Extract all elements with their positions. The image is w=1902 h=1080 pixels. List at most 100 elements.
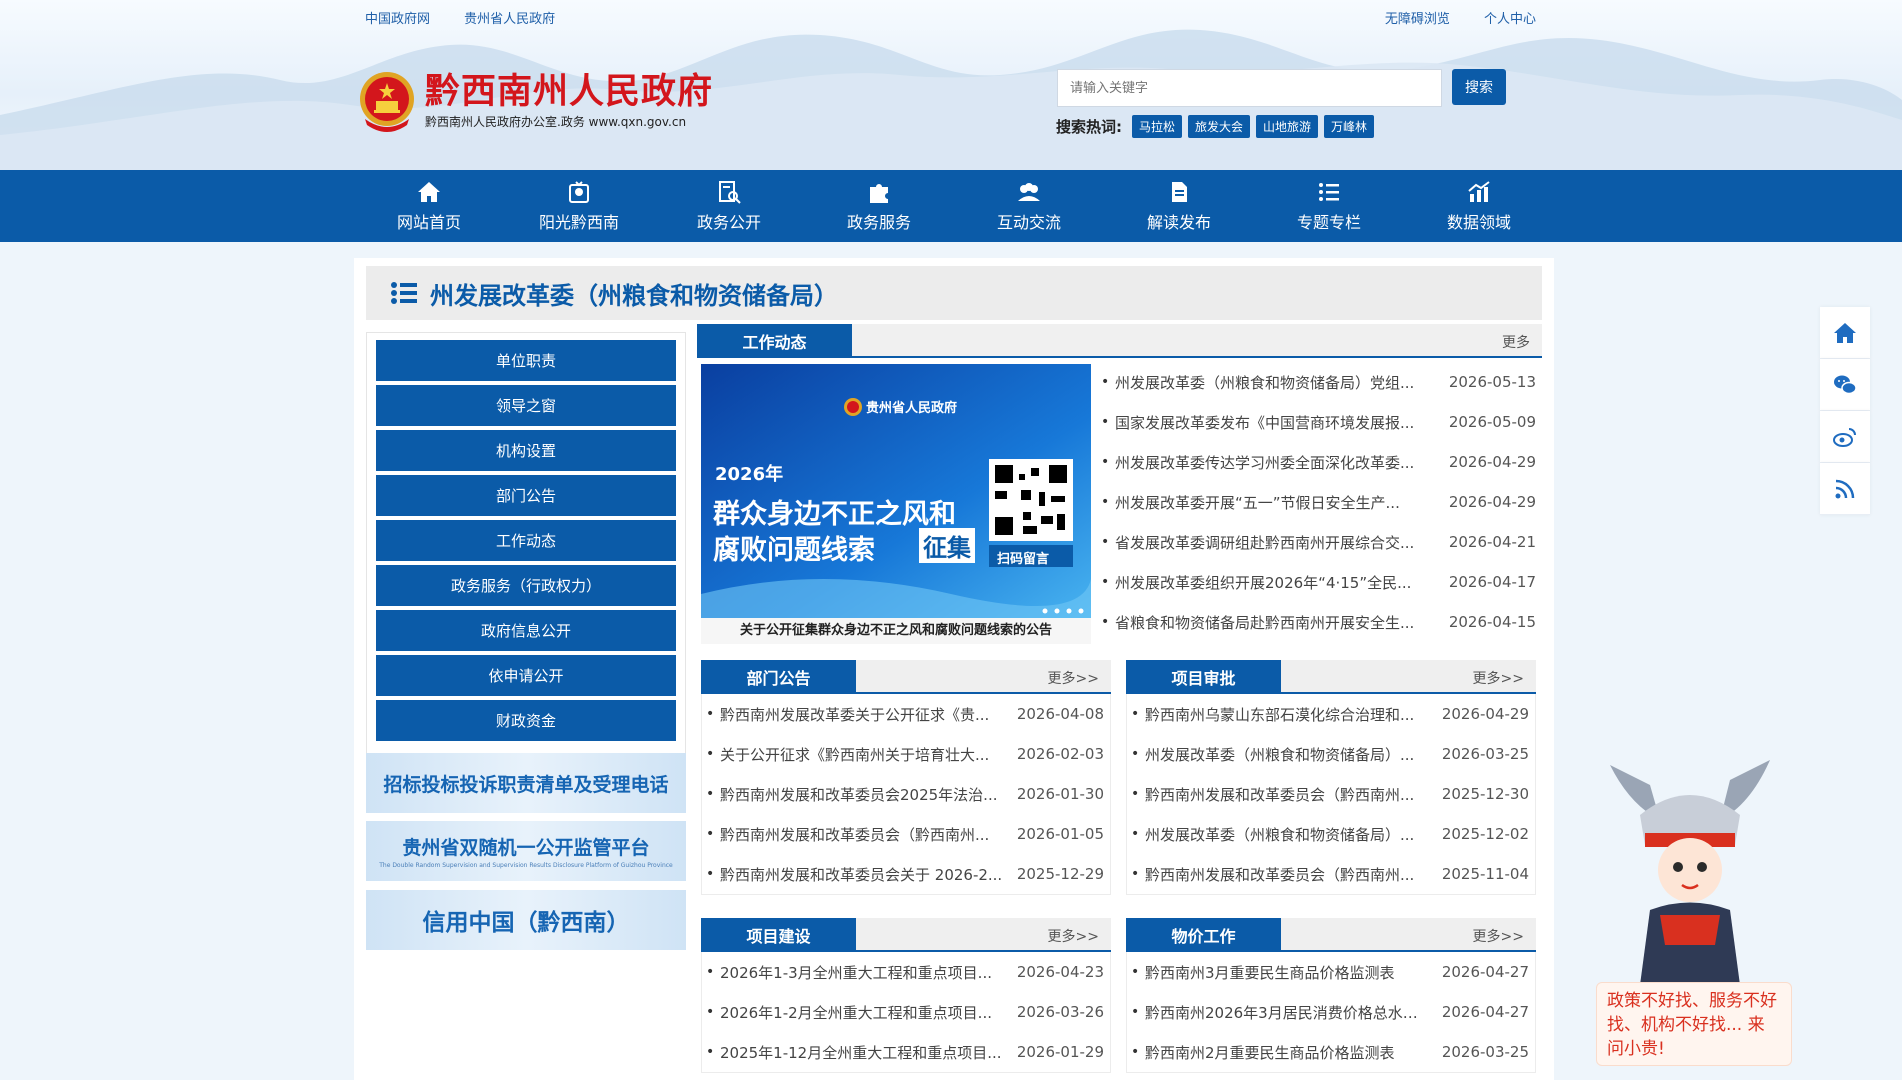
list-item[interactable]: • 州发展改革委组织开展2026年“4·15”全民... 2026-04-17 — [1097, 562, 1542, 602]
list-item[interactable]: • 黔西南州2月重要民生商品价格监测表 2026-03-25 — [1127, 1032, 1535, 1072]
featured-slide[interactable]: 贵州省人民政府 2026年 群众身边不正之风和 腐败问题线索 征集 扫码留言 关… — [701, 364, 1091, 644]
nav-sunshine[interactable]: 阳光黔西南 — [504, 170, 654, 242]
list-item[interactable]: • 州发展改革委开展“五一”节假日安全生产... 2026-04-29 — [1097, 482, 1542, 522]
nav-interaction[interactable]: 互动交流 — [954, 170, 1104, 242]
poster-line1: 群众身边不正之风和 — [713, 499, 956, 530]
link-accessibility[interactable]: 无障碍浏览 — [1385, 8, 1450, 27]
float-home-button[interactable] — [1820, 307, 1870, 359]
sidebar-item-duties[interactable]: 单位职责 — [376, 340, 676, 381]
sidebar-item-application[interactable]: 依申请公开 — [376, 655, 676, 696]
poster-org: 贵州省人民政府 — [866, 401, 958, 416]
top-right-links: 无障碍浏览 个人中心 — [1355, 8, 1536, 27]
list-item[interactable]: • 州发展改革委（州粮食和物资储备局）... 2026-03-25 — [1127, 734, 1535, 774]
home-icon — [418, 182, 440, 202]
nav-home[interactable]: 网站首页 — [354, 170, 504, 242]
top-left-links: 中国政府网 贵州省人民政府 — [365, 8, 585, 27]
site-header: 中国政府网 贵州省人民政府 无障碍浏览 个人中心 黔西南州人民政府 黔西南州人民… — [0, 0, 1902, 170]
mascot-bubble[interactable]: 政策不好找、服务不好找、机构不好找... 来问小贵! — [1596, 982, 1792, 1066]
hot-tag-marathon[interactable]: 马拉松 — [1132, 115, 1183, 138]
sun-icon — [569, 181, 589, 203]
banner-credit-china[interactable]: 信用中国（黔西南） — [366, 890, 686, 950]
list-item[interactable]: • 黔西南州发展和改革委员会（黔西南州... 2026-01-05 — [702, 814, 1110, 854]
sidebar-item-finance[interactable]: 财政资金 — [376, 700, 676, 741]
link-personal-center[interactable]: 个人中心 — [1484, 8, 1536, 27]
tab-construction[interactable]: 项目建设 — [701, 918, 856, 952]
list-item[interactable]: • 黔西南州发展和改革委员会（黔西南州... 2025-12-30 — [1127, 774, 1535, 814]
featured-caption[interactable]: 关于公开征集群众身边不正之风和腐败问题线索的公告 — [701, 618, 1091, 644]
nav-gov-affairs[interactable]: 政务公开 — [654, 170, 804, 242]
floating-toolbar — [1820, 307, 1870, 515]
sidebar-item-work[interactable]: 工作动态 — [376, 520, 676, 561]
page-title-bar: 州发展改革委（州粮食和物资储备局） — [366, 266, 1542, 320]
hot-tag-wanfenglin[interactable]: 万峰林 — [1324, 115, 1375, 138]
list-icon — [1319, 183, 1339, 201]
puzzle-icon — [870, 184, 888, 203]
banner-bidding-complaints[interactable]: 招标投标投诉职责清单及受理电话 — [366, 753, 686, 813]
poster-line2: 腐败问题线索 — [713, 535, 875, 566]
home-icon — [1834, 322, 1856, 343]
site-logo[interactable]: 黔西南州人民政府 黔西南州人民政府办公室.政务 www.qxn.gov.cn — [357, 68, 713, 134]
list-item[interactable]: • 黔西南州发展和改革委员会2025年法治... 2026-01-30 — [702, 774, 1110, 814]
work-news-list: • 州发展改革委（州粮食和物资储备局）党组... 2026-05-13 • 国家发展改… — [1097, 362, 1542, 642]
price-more-link[interactable]: 更多>> — [1473, 926, 1524, 946]
list-item[interactable]: • 黔西南州2026年3月居民消费价格总水平... 2026-04-27 — [1127, 992, 1535, 1032]
list-item[interactable]: • 关于公开征求《黔西南州关于培育壮大... 2026-02-03 — [702, 734, 1110, 774]
notices-more-link[interactable]: 更多>> — [1048, 668, 1099, 688]
hot-tag-tourism-conference[interactable]: 旅发大会 — [1188, 115, 1251, 138]
sidebar-item-leaders[interactable]: 领导之窗 — [376, 385, 676, 426]
list-item[interactable]: • 国家发展改革委发布《中国营商环境发展报... 2026-05-09 — [1097, 402, 1542, 442]
national-emblem-icon — [360, 72, 414, 132]
tab-price[interactable]: 物价工作 — [1126, 918, 1281, 952]
section-price: 物价工作 更多>> • 黔西南州3月重要民生商品价格监测表 2026-04-27 •… — [1126, 918, 1536, 1073]
file-icon — [1172, 182, 1187, 202]
tab-work-dynamics[interactable]: 工作动态 — [697, 324, 852, 358]
list-item[interactable]: • 黔西南州3月重要民生商品价格监测表 2026-04-27 — [1127, 952, 1535, 992]
list-item[interactable]: • 黔西南州发展改革委关于公开征求《贵... 2026-04-08 — [702, 694, 1110, 734]
mountain-background — [0, 29, 1902, 170]
tab-approval[interactable]: 项目审批 — [1126, 660, 1281, 694]
list-item[interactable]: • 黔西南州乌蒙山东部石漠化综合治理和... 2026-04-29 — [1127, 694, 1535, 734]
mascot-xiaogui-icon[interactable] — [1590, 745, 1790, 985]
search-button[interactable]: 搜索 — [1452, 69, 1506, 105]
page-title: 州发展改革委（州粮食和物资储备局） — [430, 281, 838, 310]
content-panel: 州发展改革委（州粮食和物资储备局） 单位职责 领导之窗 机构设置 部门公告 工作… — [354, 258, 1554, 1080]
document-search-icon — [719, 181, 741, 204]
hot-search-label: 搜索热词: — [1056, 118, 1122, 136]
sidebar-item-organization[interactable]: 机构设置 — [376, 430, 676, 471]
nav-interpretation[interactable]: 解读发布 — [1104, 170, 1254, 242]
approval-more-link[interactable]: 更多>> — [1473, 668, 1524, 688]
float-rss-button[interactable] — [1820, 463, 1870, 515]
sidebar-item-services[interactable]: 政务服务（行政权力） — [376, 565, 676, 606]
list-item[interactable]: • 省发展改革委调研组赴黔西南州开展综合交... 2026-04-21 — [1097, 522, 1542, 562]
list-item[interactable]: • 黔西南州发展和改革委员会（黔西南州... 2025-11-04 — [1127, 854, 1535, 894]
banner-double-random[interactable]: 贵州省双随机一公开监管平台 The Double Random Supervis… — [366, 821, 686, 881]
list-item[interactable]: • 2026年1-3月全州重大工程和重点项目... 2026-04-23 — [702, 952, 1110, 992]
construction-more-link[interactable]: 更多>> — [1048, 926, 1099, 946]
float-wechat-button[interactable] — [1820, 359, 1870, 411]
list-item[interactable]: • 2026年1-2月全州重大工程和重点项目... 2026-03-26 — [702, 992, 1110, 1032]
logo-subtitle: 黔西南州人民政府办公室.政务 www.qxn.gov.cn — [425, 115, 687, 129]
list-item[interactable]: • 州发展改革委（州粮食和物资储备局）... 2025-12-02 — [1127, 814, 1535, 854]
list-item[interactable]: • 省粮食和物资储备局赴黔西南州开展安全生... 2026-04-15 — [1097, 602, 1542, 642]
sidebar-item-info-disclosure[interactable]: 政府信息公开 — [376, 610, 676, 651]
nav-gov-service[interactable]: 政务服务 — [804, 170, 954, 242]
poster-year: 2026年 — [715, 464, 784, 485]
logo-title: 黔西南州人民政府 — [425, 71, 714, 112]
tab-notices[interactable]: 部门公告 — [701, 660, 856, 694]
list-item[interactable]: • 黔西南州发展和改革委员会关于 2026-2... 2025-12-29 — [702, 854, 1110, 894]
link-gov-cn[interactable]: 中国政府网 — [365, 8, 430, 27]
nav-data[interactable]: 数据领域 — [1404, 170, 1554, 242]
poster-qr-label: 扫码留言 — [997, 552, 1050, 567]
work-more-link[interactable]: 更多 — [1502, 332, 1530, 352]
list-icon — [391, 282, 417, 304]
people-icon — [1018, 183, 1040, 201]
search-input[interactable] — [1057, 69, 1442, 107]
nav-topics[interactable]: 专题专栏 — [1254, 170, 1404, 242]
hot-tag-mountain-tourism[interactable]: 山地旅游 — [1256, 115, 1319, 138]
sidebar-item-notices[interactable]: 部门公告 — [376, 475, 676, 516]
list-item[interactable]: • 州发展改革委传达学习州委全面深化改革委... 2026-04-29 — [1097, 442, 1542, 482]
list-item[interactable]: • 2025年1-12月全州重大工程和重点项目... 2026-01-29 — [702, 1032, 1110, 1072]
link-guizhou-gov[interactable]: 贵州省人民政府 — [464, 8, 555, 27]
float-weibo-button[interactable] — [1820, 411, 1870, 463]
list-item[interactable]: • 州发展改革委（州粮食和物资储备局）党组... 2026-05-13 — [1097, 362, 1542, 402]
